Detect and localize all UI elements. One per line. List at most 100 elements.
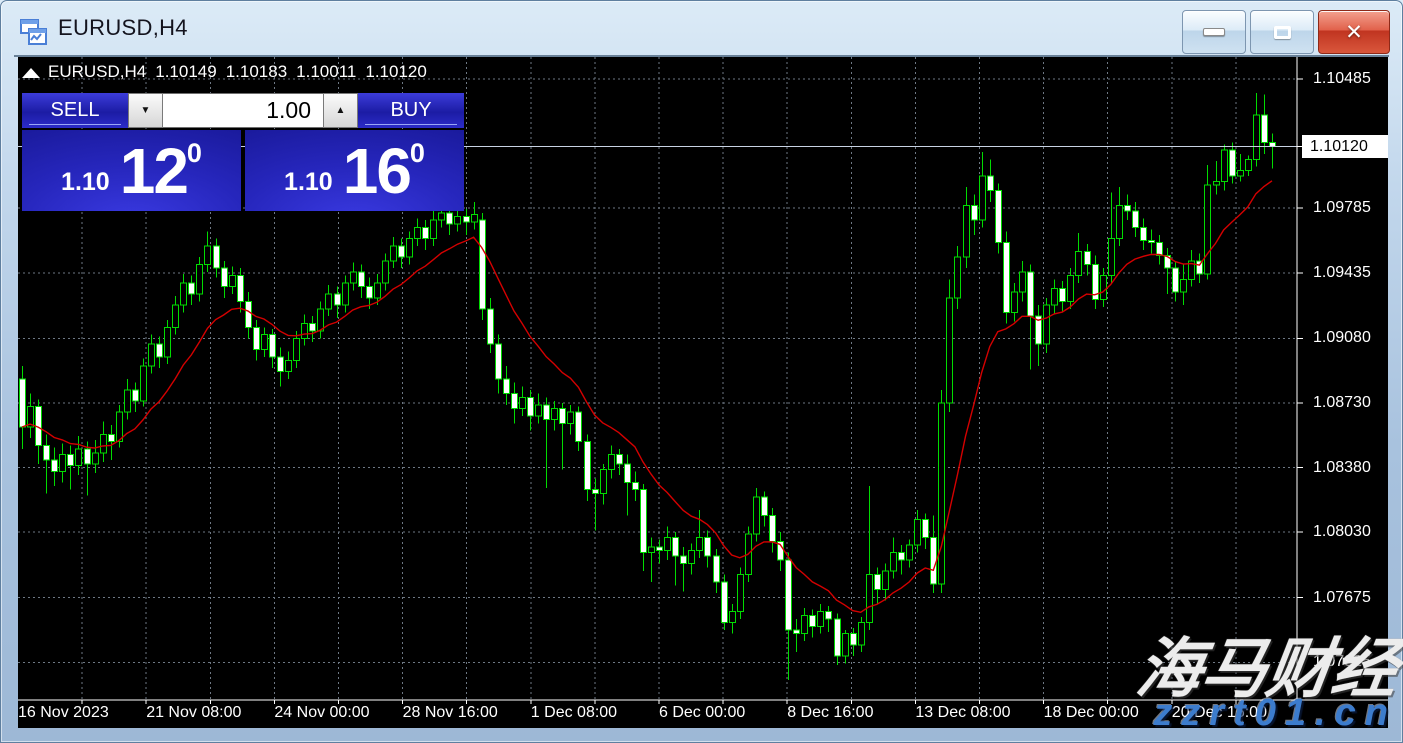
candlestick [93,453,99,464]
candlestick [601,469,607,493]
candlestick [496,344,502,379]
price-axis-label: 1.09080 [1313,328,1393,348]
candlestick [173,305,179,327]
candlestick [762,497,768,515]
price-axis-label: 1.08730 [1313,393,1393,413]
candlestick [697,538,703,551]
candlestick [738,575,744,612]
volume-decrease-button[interactable]: ▼ [128,93,163,128]
candlestick [552,409,558,420]
sell-price-button[interactable]: 1.10 12 0 [22,130,241,211]
close-button[interactable]: ✕ [1318,10,1390,54]
candlestick [980,176,986,220]
candlestick [504,379,510,394]
sell-price-big: 12 [120,132,187,210]
candlestick [1262,115,1268,143]
candlestick [964,205,970,257]
candlestick [326,294,332,309]
candlestick [391,246,397,261]
candlestick [488,309,494,344]
buy-button[interactable]: BUY [358,93,464,128]
time-axis-label: 18 Dec 00:00 [1044,704,1139,722]
ohlc-header: EURUSD,H4 1.10149 1.10183 1.10011 1.10120 [48,62,436,82]
candlestick [915,519,921,545]
candlestick [947,298,953,403]
candlestick [1052,289,1058,306]
candlestick [520,397,526,408]
candlestick [923,519,929,537]
candlestick [1141,228,1147,241]
header-high: 1.10183 [226,62,287,81]
candlestick [278,357,284,372]
candlestick [907,545,913,560]
candlestick [722,582,728,623]
candlestick [770,516,776,542]
candlestick [60,455,66,472]
candlestick [972,205,978,220]
candlestick [85,449,91,464]
candlestick [1117,205,1123,238]
restore-icon [1274,26,1291,39]
candlestick [270,335,276,357]
restore-button[interactable] [1250,10,1314,54]
candlestick [367,287,373,298]
candlestick [544,405,550,420]
header-open: 1.10149 [155,62,216,81]
candlestick [407,239,413,257]
buy-price-button[interactable]: 1.10 16 0 [245,130,464,211]
candlestick [673,538,679,556]
candlestick [1060,289,1066,302]
candlestick [899,552,905,559]
candlestick [165,327,171,357]
price-axis-label: 1.10485 [1313,69,1393,89]
candlestick [302,324,308,339]
candlestick [101,434,107,452]
candlestick [1068,276,1074,302]
sell-button[interactable]: SELL [22,93,128,128]
candlestick [383,261,389,283]
volume-increase-button[interactable]: ▲ [323,93,358,128]
time-axis-label: 24 Nov 00:00 [274,704,369,722]
candlestick [786,560,792,630]
header-low: 1.10011 [296,62,356,81]
volume-input[interactable] [163,93,323,128]
candlestick [568,412,574,423]
candlestick [681,556,687,563]
candlestick [157,344,163,357]
candlestick [447,213,453,224]
one-click-trading-panel: SELL ▼ ▲ BUY 1.10 12 0 1.10 16 0 [22,93,464,211]
header-symbol: EURUSD,H4 [48,62,146,81]
one-click-toggle-icon[interactable] [22,68,40,78]
candlestick [76,449,82,466]
candlestick [955,257,961,298]
candlestick [335,294,341,305]
candlestick [351,272,357,283]
title-bar[interactable]: EURUSD,H4 ✕ [0,0,1403,57]
candlestick [818,612,824,627]
candlestick [810,615,816,626]
candlestick [875,575,881,590]
candlestick [585,442,591,490]
candlestick [480,220,486,309]
window-title: EURUSD,H4 [58,15,188,41]
chart-window-icon [20,19,47,45]
time-axis-label: 8 Dec 16:00 [787,704,873,722]
candlestick [512,394,518,409]
candlestick [843,634,849,656]
candlestick [359,272,365,287]
candlestick [1109,239,1115,276]
minimize-button[interactable] [1182,10,1246,54]
price-axis-label: 1.08380 [1313,458,1393,478]
candlestick [423,228,429,239]
candlestick [286,361,292,372]
header-close: 1.10120 [365,62,426,81]
candlestick [1205,185,1211,274]
candlestick [1214,181,1220,185]
candlestick [205,246,211,264]
candlestick [44,445,50,460]
candlestick [536,405,542,416]
candlestick [883,571,889,589]
candlestick [996,191,1002,243]
candlestick [1012,292,1018,312]
buy-price-small: 1.10 [284,168,333,197]
